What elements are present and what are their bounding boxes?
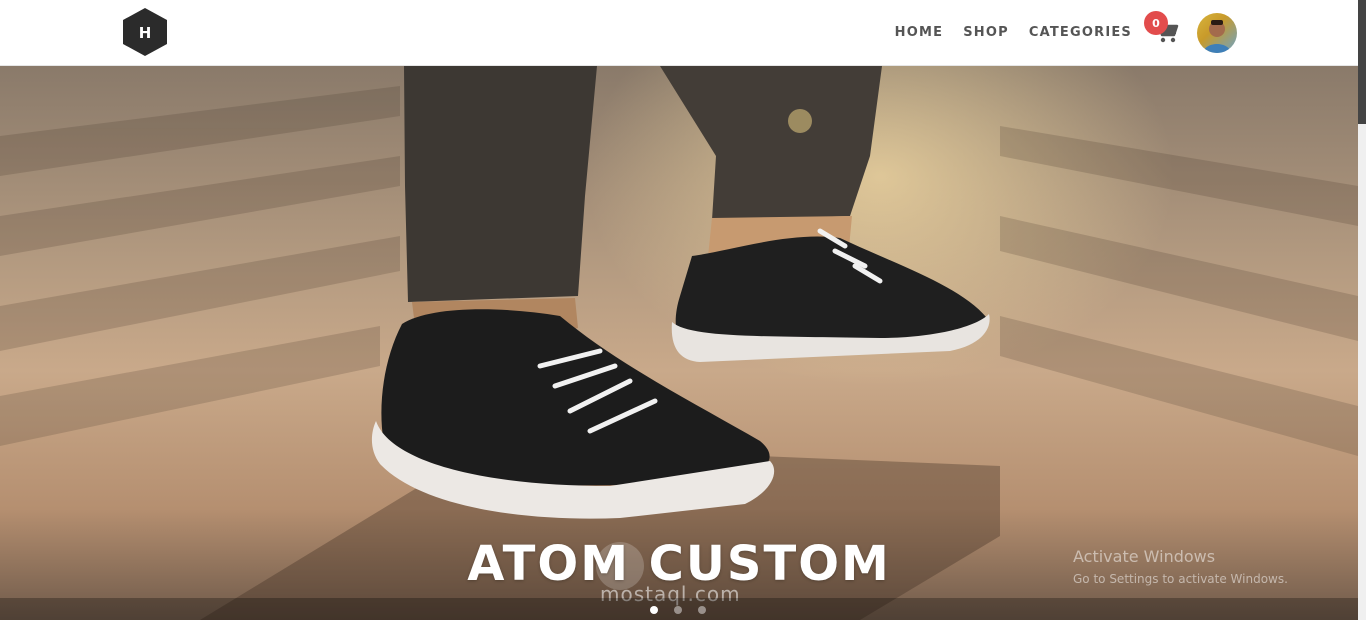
activate-windows-line1: Activate Windows <box>1073 547 1216 566</box>
nav-home-link[interactable]: HOME <box>895 25 944 40</box>
cart-count-badge[interactable]: 0 <box>1144 11 1168 35</box>
slider-dot-2[interactable] <box>674 606 682 614</box>
nav-shop-link[interactable]: SHOP <box>963 25 1009 40</box>
scrollbar-thumb[interactable] <box>1358 0 1366 124</box>
logo-hexagon-icon[interactable]: H <box>120 7 170 57</box>
activate-windows-line2: Go to Settings to activate Windows. <box>1073 572 1288 586</box>
slider-dot-3[interactable] <box>698 606 706 614</box>
main-nav: HOME SHOP CATEGORIES <box>895 0 1132 65</box>
user-avatar[interactable] <box>1197 13 1237 53</box>
site-header: H HOME SHOP CATEGORIES 0 <box>0 0 1358 66</box>
hero-slider: ATOM CUSTOM mostaql.com Activate Windows… <box>0 66 1358 620</box>
slider-dot-1[interactable] <box>650 606 658 614</box>
activate-windows-overlay: Activate Windows Go to Settings to activ… <box>1073 547 1288 586</box>
logo-letter: H <box>139 24 152 42</box>
slider-dots <box>650 606 706 614</box>
nav-categories-link[interactable]: CATEGORIES <box>1029 25 1132 40</box>
